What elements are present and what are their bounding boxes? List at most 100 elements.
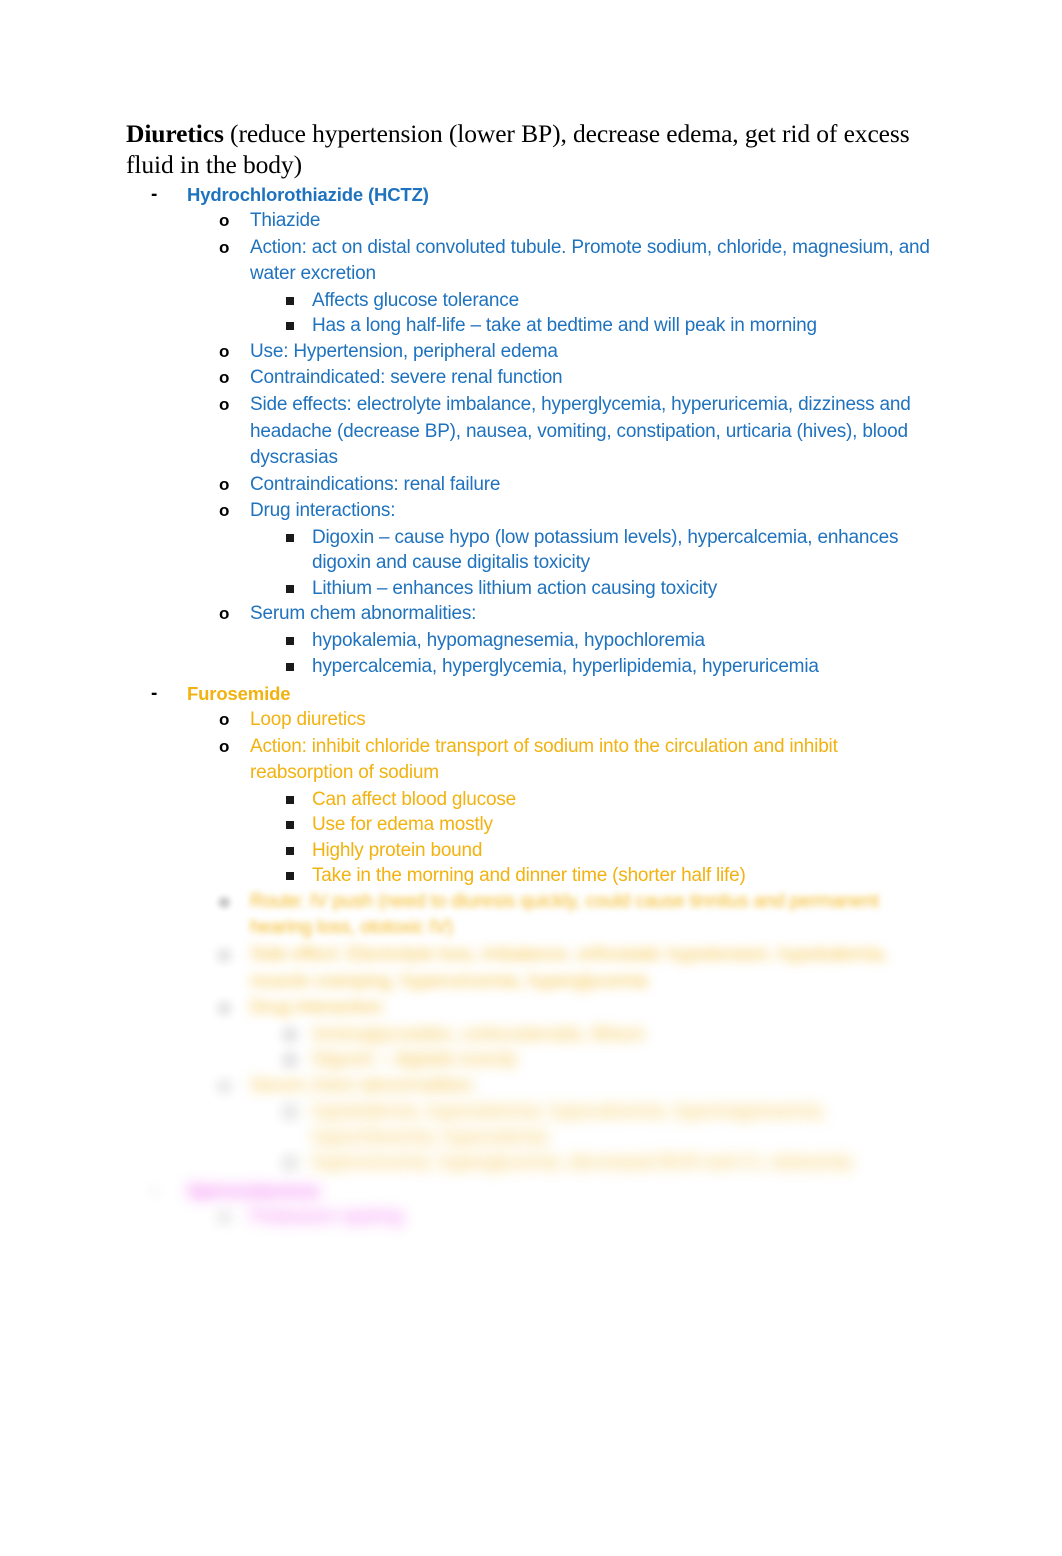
- circle-letter-bullet-icon: o: [219, 394, 230, 414]
- outline-item-level-2: o Serum chem abnormalities:: [126, 1073, 938, 1100]
- outline-item-text: Loop diuretics: [250, 709, 366, 731]
- outline-item-text: Route: IV push (need to diuresis quickly…: [250, 890, 879, 939]
- outline-item-text: Take in the morning and dinner time (sho…: [312, 865, 746, 887]
- square-bullet-icon: [286, 296, 294, 305]
- outline-item-text: Furosemide: [187, 683, 291, 705]
- outline-item-text: Can affect blood glucose: [312, 788, 516, 810]
- outline-item-level-2: o Side effect: Electrolyte loss, imbalanc…: [126, 942, 938, 995]
- outline-item-text: hypercalcemia, hyperglycemia, hyperlipid…: [312, 655, 819, 677]
- outline-item-text: Contraindications: renal failure: [250, 473, 501, 495]
- outline-item-level-2: o Thiazide: [126, 208, 938, 235]
- outline-item-level-2: o Drug interactions:: [126, 498, 938, 525]
- outline-item-level-3: Aminoglycosides, corticosteroids, lithiu…: [126, 1022, 938, 1048]
- circle-letter-bullet-icon: o: [219, 736, 230, 756]
- page-title-lead: Diuretics: [126, 119, 224, 148]
- outline-item-text: Serum chem abnormalities:: [250, 1074, 477, 1096]
- outline-item-text: Has a long half-life – take at bedtime a…: [312, 315, 817, 337]
- outline-item-level-3: hypokalemia, hypomagnesemia, hypochlorem…: [126, 628, 938, 654]
- page-title-rest: (reduce hypertension (lower BP), decreas…: [126, 119, 910, 179]
- circle-letter-bullet-icon: o: [219, 341, 230, 361]
- outline-item-level-3: hyperuricemia, hyperglycemia, decreased …: [126, 1150, 938, 1176]
- outline-item-text: hypokalemia, hyponatremia, hypocalcemia,…: [312, 1101, 826, 1148]
- outline-item-text: Contraindicated: severe renal function: [250, 367, 563, 389]
- outline-item-text: Use for edema mostly: [312, 814, 493, 836]
- dash-bullet-icon: -: [151, 1179, 158, 1201]
- square-bullet-icon: [286, 1108, 294, 1117]
- circle-letter-bullet-icon: o: [219, 1206, 230, 1226]
- dash-bullet-icon: -: [151, 683, 158, 705]
- outline-item-level-3: Digoxin – cause hypo (low potassium leve…: [126, 525, 938, 576]
- outline-item-level-2: o Side effects: electrolyte imbalance, hy…: [126, 392, 938, 472]
- outline-item-level-2: o Drug interaction:: [126, 995, 938, 1022]
- square-bullet-icon: [286, 872, 294, 881]
- page-title: Diuretics (reduce hypertension (lower BP…: [126, 118, 938, 180]
- square-bullet-icon: [286, 637, 294, 646]
- outline-item-level-3: Can affect blood glucose: [126, 787, 938, 813]
- outline-item-level-2: o Contraindications: renal failure: [126, 472, 938, 499]
- outline-item-level-1: - Hydrochlorothiazide (HCTZ): [126, 182, 938, 208]
- outline-item-level-2: o Use: Hypertension, peripheral edema: [126, 339, 938, 366]
- outline-item-text: Digoxin – digitalis toxicity: [312, 1049, 518, 1071]
- outline-item-text: Serum chem abnormalities:: [250, 603, 477, 625]
- square-bullet-icon: [286, 1030, 294, 1039]
- circle-letter-bullet-icon: o: [219, 368, 230, 388]
- outline-item-text: Digoxin – cause hypo (low potassium leve…: [312, 526, 899, 574]
- outline-item-text: Highly protein bound: [312, 839, 483, 861]
- outline-item-level-3: Digoxin – digitalis toxicity: [126, 1047, 938, 1073]
- square-bullet-icon: [286, 846, 294, 855]
- outline-item-level-3: Take in the morning and dinner time (sho…: [126, 863, 938, 889]
- outline-item-level-2: o Contraindicated: severe renal function: [126, 365, 938, 392]
- outline-item-text: Drug interactions:: [250, 500, 396, 522]
- outline-item-text: hyperuricemia, hyperglycemia, decreased …: [312, 1152, 853, 1174]
- circle-letter-bullet-icon: o: [219, 474, 230, 494]
- outline-item-text: Spironolactone: [187, 1179, 320, 1201]
- circle-letter-bullet-icon: o: [219, 237, 230, 257]
- outline-item-level-3: Use for edema mostly: [126, 812, 938, 838]
- square-bullet-icon: [286, 1056, 294, 1065]
- outline-item-text: Side effects: electrolyte imbalance, hyp…: [250, 393, 911, 469]
- outline-item-text: hypokalemia, hypomagnesemia, hypochlorem…: [312, 630, 705, 652]
- circle-letter-bullet-icon: o: [219, 1075, 230, 1095]
- square-bullet-icon: [286, 322, 294, 331]
- outline-item-text: Lithium – enhances lithium action causin…: [312, 577, 718, 599]
- circle-letter-bullet-icon: o: [219, 891, 230, 911]
- outline-item-text: Side effect: Electrolyte loss, imbalance…: [250, 944, 888, 992]
- document-content: Diuretics (reduce hypertension (lower BP…: [126, 118, 938, 1230]
- outline-item-text: Action: inhibit chloride transport of so…: [250, 735, 838, 784]
- square-bullet-icon: [286, 795, 294, 804]
- outline-item-text: Action: act on distal convoluted tubule.…: [250, 236, 930, 285]
- square-bullet-icon: [286, 1159, 294, 1168]
- circle-letter-bullet-icon: o: [219, 710, 230, 730]
- square-bullet-icon: [286, 662, 294, 671]
- outline-item-level-3: Has a long half-life – take at bedtime a…: [126, 313, 938, 339]
- square-bullet-icon: [286, 533, 294, 542]
- outline-item-level-3: hypokalemia, hyponatremia, hypocalcemia,…: [126, 1099, 938, 1150]
- outline-item-text: Drug interaction:: [250, 997, 387, 1019]
- outline-item-level-2: o Action: inhibit chloride transport of s…: [126, 734, 938, 787]
- outline-item-level-2: o Potassium sparing: [126, 1204, 938, 1231]
- outline-item-level-3: Highly protein bound: [126, 838, 938, 864]
- outline-item-text: Hydrochlorothiazide (HCTZ): [187, 184, 429, 205]
- outline-item-text: Potassium sparing: [250, 1205, 403, 1227]
- circle-letter-bullet-icon: o: [219, 604, 230, 624]
- outline-item-text: Aminoglycosides, corticosteroids, lithiu…: [312, 1023, 645, 1045]
- outline-item-level-3: hypercalcemia, hyperglycemia, hyperlipid…: [126, 654, 938, 680]
- outline-item-level-1: - Spironolactone: [126, 1178, 938, 1204]
- outline-item-level-2: o Route: IV push (need to diuresis quickl…: [126, 889, 938, 942]
- outline-list: - Hydrochlorothiazide (HCTZ) o Thiazide o Act…: [126, 182, 938, 1230]
- outline-item-text: Use: Hypertension, peripheral edema: [250, 340, 558, 362]
- square-bullet-icon: [286, 584, 294, 593]
- outline-item-level-2: o Serum chem abnormalities:: [126, 601, 938, 628]
- circle-letter-bullet-icon: o: [219, 998, 230, 1018]
- outline-item-level-2: o Loop diuretics: [126, 707, 938, 734]
- circle-letter-bullet-icon: o: [219, 211, 230, 230]
- outline-item-level-1: - Furosemide: [126, 681, 938, 707]
- outline-item-text: Affects glucose tolerance: [312, 289, 519, 311]
- dash-bullet-icon: -: [151, 184, 158, 205]
- outline-item-level-3: Affects glucose tolerance: [126, 288, 938, 314]
- document-page: Diuretics (reduce hypertension (lower BP…: [0, 0, 1062, 1556]
- outline-item-level-2: o Action: act on distal convoluted tubule…: [126, 235, 938, 288]
- circle-letter-bullet-icon: o: [219, 501, 230, 521]
- square-bullet-icon: [286, 821, 294, 830]
- circle-letter-bullet-icon: o: [219, 945, 230, 964]
